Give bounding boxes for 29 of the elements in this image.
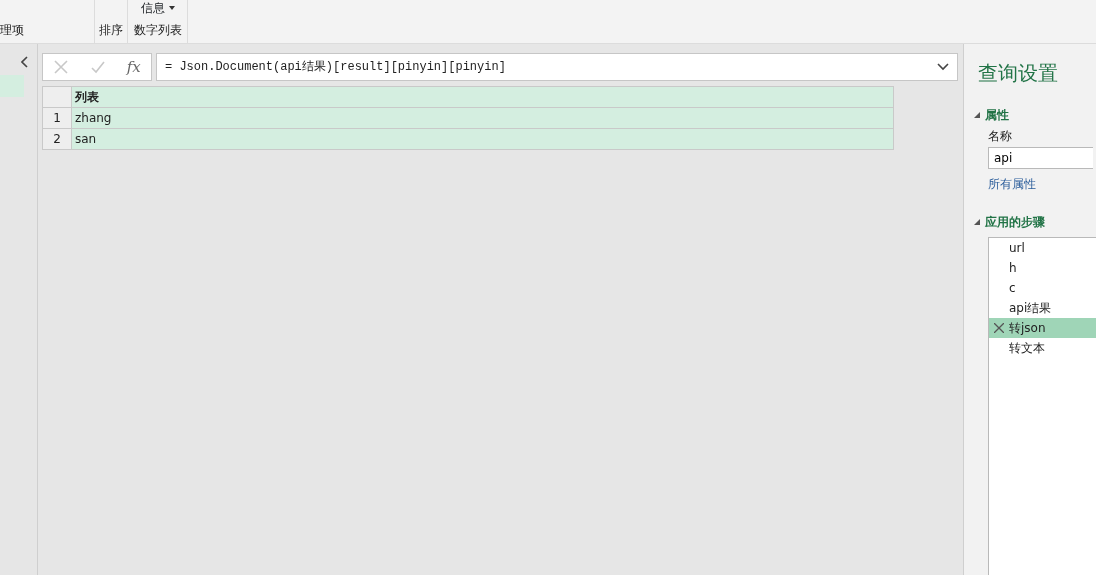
all-properties-link[interactable]: 所有属性 — [988, 175, 1036, 193]
caret-icon — [168, 6, 175, 10]
expand-triangle-icon[interactable] — [974, 219, 980, 225]
section-heading: 应用的步骤 — [985, 214, 1045, 231]
table-cell: san — [71, 128, 894, 150]
column-header[interactable]: 列表 — [71, 86, 894, 108]
step-item[interactable]: c — [989, 278, 1096, 298]
ribbon-group-label: 排序 — [99, 22, 123, 39]
corner-cell — [42, 86, 72, 108]
table-cell: zhang — [71, 107, 894, 129]
name-field[interactable]: api — [988, 147, 1093, 169]
info-dropdown-button[interactable]: 信息 — [140, 0, 175, 17]
row-number: 2 — [42, 128, 72, 150]
row-number: 1 — [42, 107, 72, 129]
panel-title: 查询设置 — [978, 60, 1059, 87]
fx-button[interactable]: fx — [126, 55, 141, 79]
ribbon-group-label: 数字列表 — [133, 22, 182, 39]
step-item[interactable]: 转文本 — [989, 338, 1096, 358]
delete-icon[interactable] — [994, 323, 1004, 333]
section-heading: 属性 — [985, 107, 1009, 124]
collapse-chevron-icon[interactable] — [21, 56, 29, 68]
expand-chevron-icon[interactable] — [937, 63, 949, 71]
field-label: 名称 — [988, 128, 1013, 145]
step-item[interactable]: api结果 — [989, 298, 1096, 318]
step-item[interactable]: 转json — [989, 318, 1096, 338]
step-item[interactable]: url — [989, 238, 1096, 258]
step-item[interactable]: h — [989, 258, 1096, 278]
expand-triangle-icon[interactable] — [974, 112, 980, 118]
ribbon-group-label: 理项 — [0, 22, 24, 39]
